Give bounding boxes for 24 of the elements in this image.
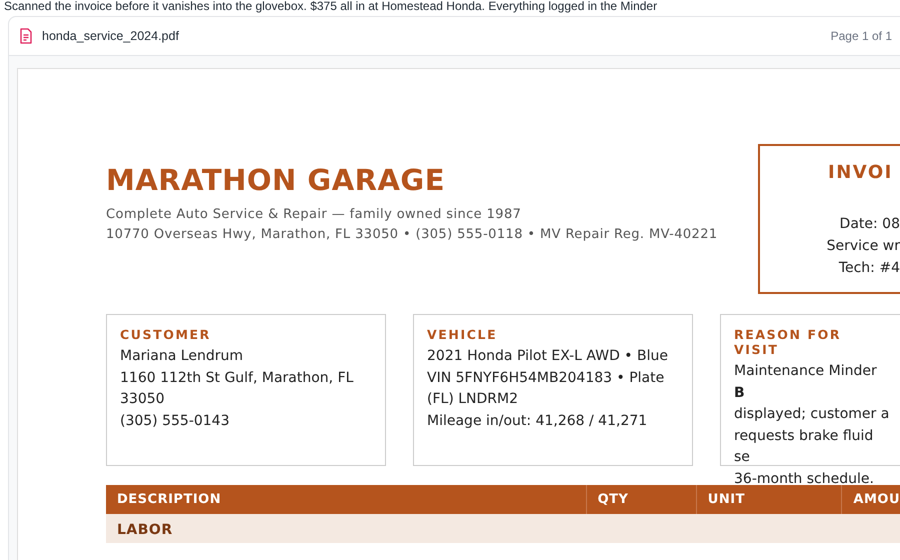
document-icon: [19, 28, 33, 44]
card-heading: REASON FOR VISIT: [734, 327, 842, 357]
card-text: (305) 555-0143: [120, 412, 230, 430]
shop-name: MARATHON GARAGE: [106, 163, 446, 197]
card-text: VIN 5FNYF6H54MB204183 • Plate (FL) LNDRM2: [427, 368, 666, 409]
invoice-detail: Service wr: [826, 237, 900, 256]
card-heading: VEHICLE: [427, 327, 498, 342]
invoice-detail: Tech: #4: [838, 259, 900, 278]
card-text: Mariana Lendrum: [120, 347, 244, 366]
section-label: LABOR: [117, 522, 173, 538]
page-indicator: Page 1 of 1: [830, 29, 893, 43]
shop-address: 10770 Overseas Hwy, Marathon, FL 33050 • (305) 555-0118 • MV Repair Reg. MV-40221: [106, 226, 719, 244]
invoice-title: INVOI: [827, 162, 894, 183]
card-heading: CUSTOMER: [120, 327, 212, 342]
card-text: displayed; customer a: [734, 405, 890, 424]
file-name: honda_service_2024.pdf: [42, 29, 179, 43]
chat-message: Scanned the invoice before it vanishes into the glovebox. $375 all in at Homestead Honda. Everything logged in the Minder: [3, 0, 658, 14]
shop-tagline: Complete Auto Service & Repair — family owned since 1987: [106, 206, 522, 224]
card-text: Mileage in/out: 41,268 / 41,271: [427, 412, 648, 430]
invoice-detail: Date: 08: [838, 215, 900, 234]
card-text: 2021 Honda Pilot EX-L AWD • Blue: [427, 347, 669, 366]
column-header: AMOU: [852, 491, 900, 509]
card-text: requests brake fluid se: [734, 426, 874, 467]
card-text: 1160 112th St Gulf, Marathon, FL 33050: [120, 368, 354, 409]
